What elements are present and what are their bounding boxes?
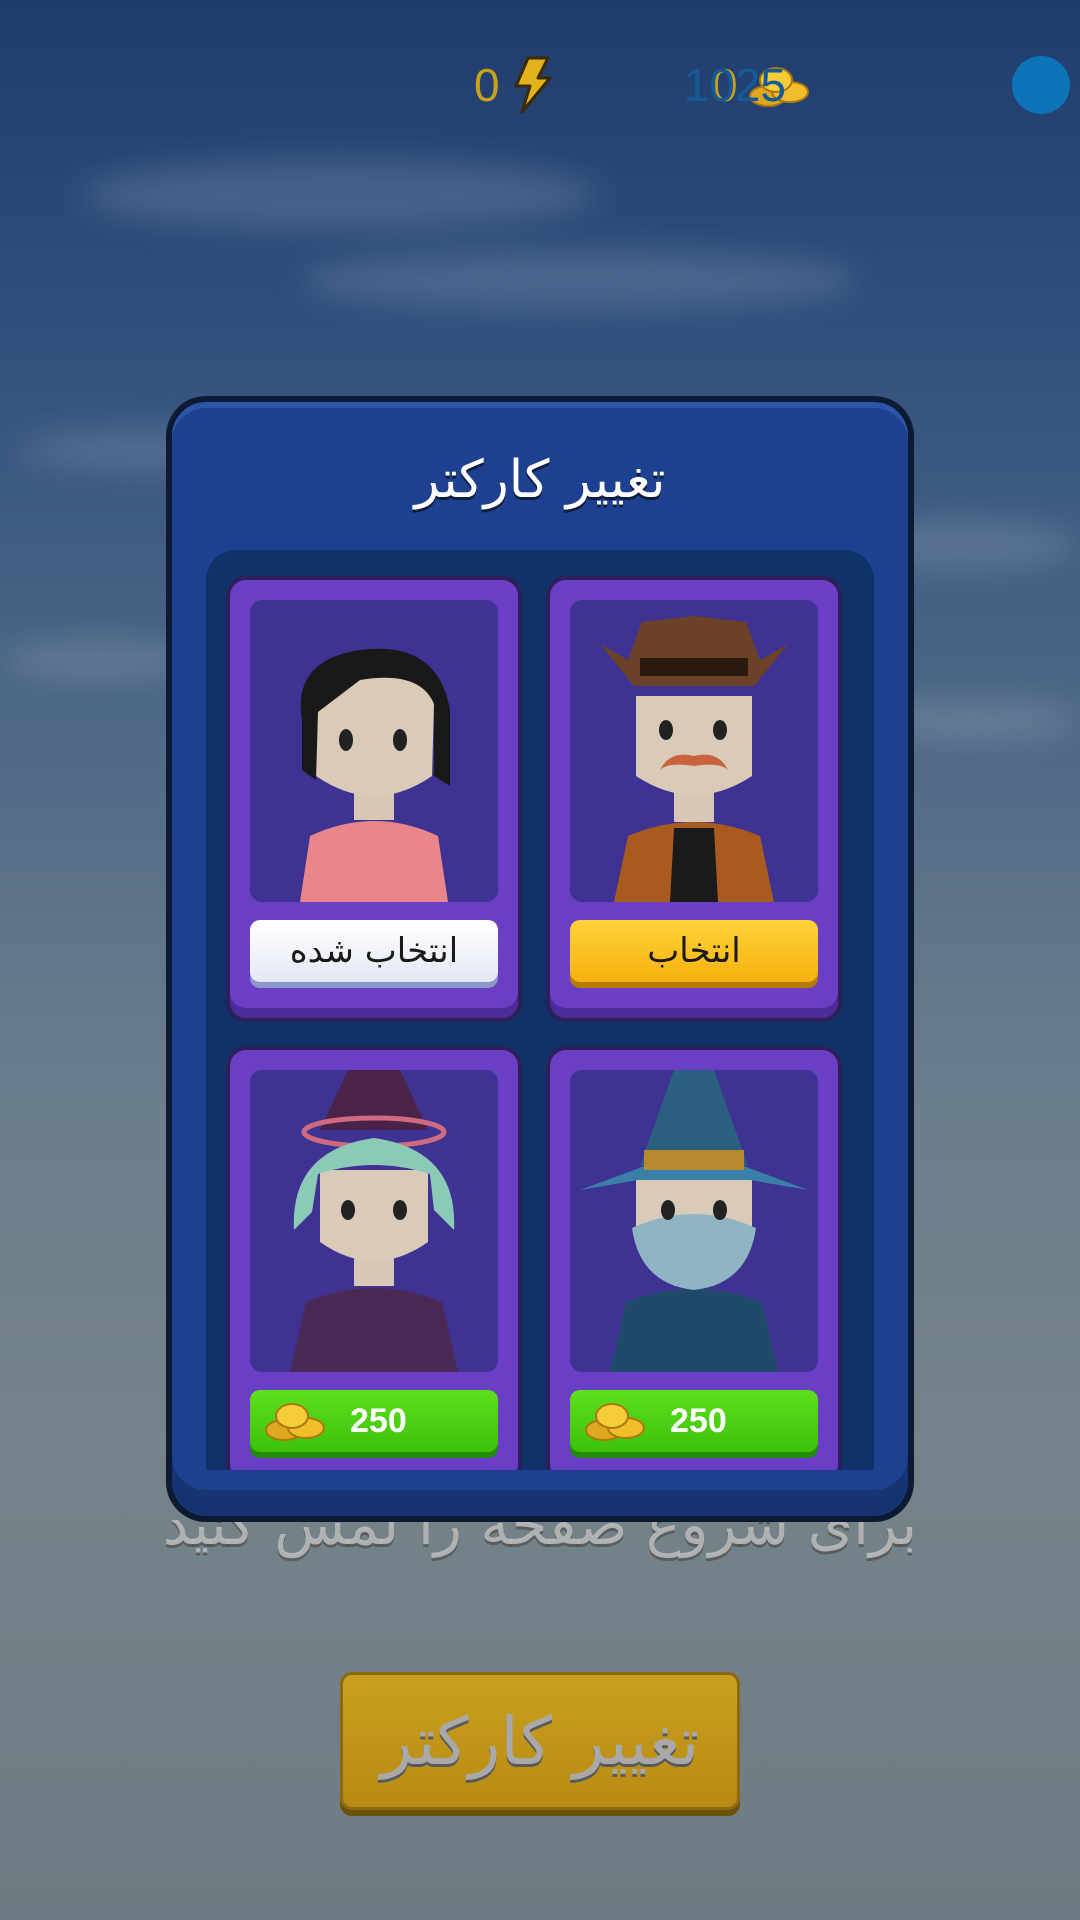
cloud [80,160,600,230]
select-label: انتخاب [647,931,741,971]
modal-title: تغییر کارکتر [414,450,666,510]
character-card-witch[interactable]: 250 [226,1046,522,1470]
character-portrait [250,600,498,902]
price-label: 250 [670,1401,727,1440]
gems-value: 1025 [683,59,786,111]
selected-label: انتخاب شده [289,931,459,971]
character-portrait [570,600,818,902]
change-character-label: تغییر کارکتر [380,1702,700,1780]
wizard-character-icon [580,1070,808,1372]
lightning-icon [514,56,552,114]
buy-button[interactable]: 250 [250,1390,498,1452]
girl-character-icon [300,648,450,902]
select-button[interactable]: انتخاب [570,920,818,982]
coins-icon [265,1403,325,1441]
character-portrait [250,1070,498,1372]
character-select-modal: تغییر کارکتر انتخاب شده انتخاب 250 250 [166,396,914,1522]
selected-button[interactable]: انتخاب شده [250,920,498,982]
character-card-cowboy[interactable]: انتخاب [546,576,842,1022]
character-card-wizard[interactable]: 250 [546,1046,842,1470]
character-portrait [570,1070,818,1372]
character-card-girl[interactable]: انتخاب شده [226,576,522,1022]
witch-character-icon [290,1070,458,1372]
energy-value: 0 [474,59,500,111]
price-label: 250 [350,1401,407,1440]
cloud [300,250,860,310]
energy-counter: 0 [474,50,554,120]
gem-icon [1012,56,1070,114]
change-character-button[interactable]: تغییر کارکتر [340,1672,740,1810]
buy-button[interactable]: 250 [570,1390,818,1452]
coins-icon [585,1403,645,1441]
character-grid: انتخاب شده انتخاب 250 250 [206,550,874,1470]
cowboy-character-icon [600,616,788,902]
